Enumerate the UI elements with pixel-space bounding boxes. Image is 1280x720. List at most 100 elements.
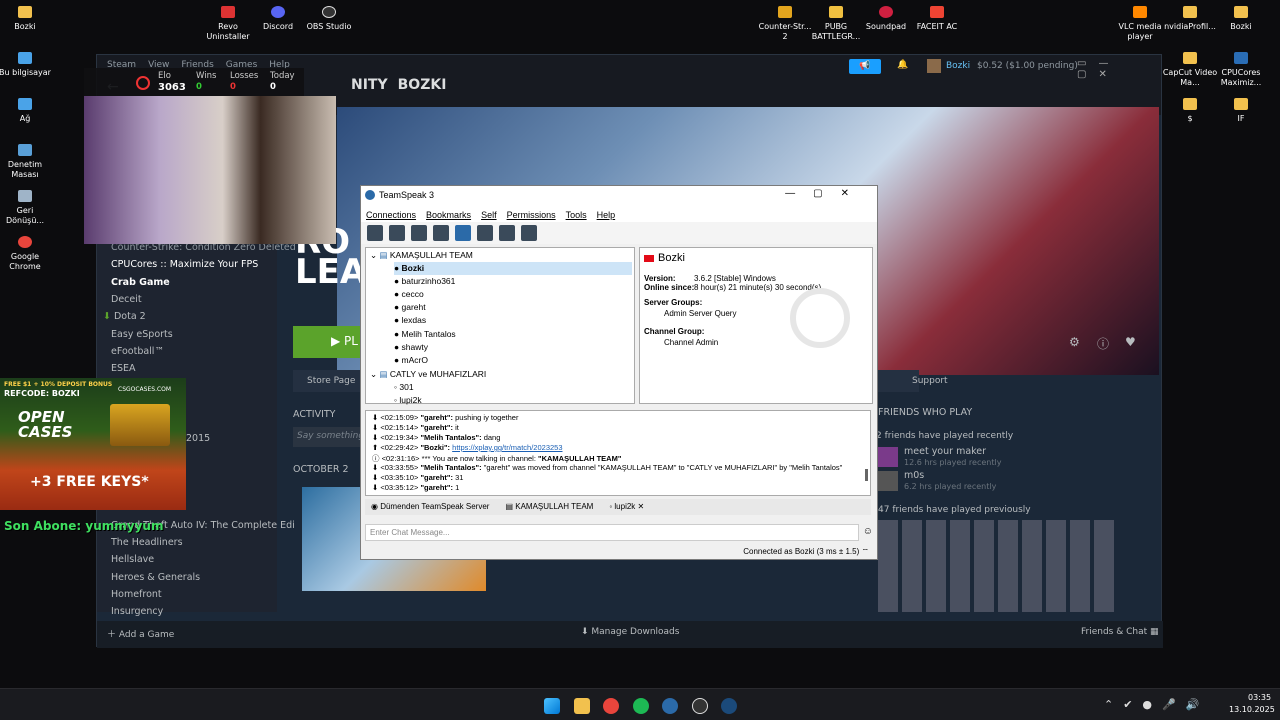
user-row[interactable]: ● shawty — [394, 341, 428, 354]
desktop-icon-cpucores[interactable]: CPUCores Maximiz... — [1213, 52, 1269, 88]
manage-downloads-button[interactable]: ⬇ Manage Downloads — [581, 627, 679, 637]
steam-icon[interactable] — [721, 698, 737, 714]
connect-icon[interactable] — [367, 225, 383, 241]
chat-input[interactable]: Enter Chat Message... — [365, 524, 859, 541]
desktop-icon-chrome[interactable]: Google Chrome — [0, 236, 53, 272]
channel-row[interactable]: ⌄ ▤ KAMAŞULLAH TEAM — [370, 249, 473, 262]
steam-username[interactable]: Bozki — [946, 61, 970, 71]
desktop-icon-this-pc[interactable]: Bu bilgisayar — [0, 52, 53, 78]
desktop-icon-pubg[interactable]: PUBG BATTLEGR... — [808, 6, 864, 42]
contacts-icon[interactable] — [477, 225, 493, 241]
ts-menu-help[interactable]: Help — [597, 210, 616, 222]
info-icon[interactable]: ⓘ — [1097, 335, 1109, 352]
user-row[interactable]: ◦ 301 — [394, 381, 414, 394]
library-item[interactable]: ESEA — [111, 363, 136, 374]
desktop-icon-faceit[interactable]: FACEIT AC — [909, 6, 965, 32]
support-link[interactable]: Support — [912, 376, 948, 386]
clock-time[interactable]: 03:35 — [1248, 693, 1271, 702]
ts-menu-bookmarks[interactable]: Bookmarks — [426, 210, 471, 222]
chrome-icon[interactable] — [603, 698, 619, 714]
away-icon[interactable] — [455, 225, 471, 241]
library-item[interactable]: Homefront — [111, 589, 162, 600]
play-button[interactable]: ▶ PL — [293, 326, 363, 358]
ts-window-controls[interactable]: —▢✕ — [785, 188, 867, 199]
user-row[interactable]: ● Melih Tantalos — [394, 328, 456, 341]
channel-row[interactable]: ⌄ ▤ CATLY ve MUHAFIZLARI — [370, 368, 486, 381]
broadcast-button[interactable]: 📢 — [849, 59, 881, 74]
permissions-icon[interactable] — [499, 225, 515, 241]
library-item[interactable]: 2015 — [186, 433, 210, 444]
desktop-icon-revo[interactable]: Revo Uninstaller — [200, 6, 256, 42]
tab-private[interactable]: ◦ lupi2k ✕ — [609, 502, 644, 512]
file-explorer-icon[interactable] — [574, 698, 590, 714]
desktop-icon-network[interactable]: Ağ — [0, 98, 53, 124]
ts-menu-connections[interactable]: Connections — [366, 210, 416, 222]
desktop-icon-recycle-bin[interactable]: Geri Dönüşü... — [0, 190, 53, 226]
library-item[interactable]: Heroes & Generals — [111, 572, 200, 583]
desktop-icon-if[interactable]: IF — [1213, 98, 1269, 124]
nav-community[interactable]: NITY — [351, 77, 388, 93]
ts-menu-self[interactable]: Self — [481, 210, 497, 222]
tab-channel[interactable]: ▤ KAMAŞULLAH TEAM — [505, 502, 593, 512]
favorite-heart-icon[interactable]: ♥ — [1125, 335, 1136, 349]
library-item[interactable]: ⬇ Dota 2 — [103, 311, 146, 322]
friend-avatar[interactable] — [878, 447, 898, 467]
user-row[interactable]: ● baturzinho361 — [394, 275, 455, 288]
user-row[interactable]: ● mAcrO — [394, 354, 428, 367]
settings-gear-icon[interactable]: ⚙ — [1069, 335, 1080, 349]
nav-profile[interactable]: BOZKI — [398, 77, 447, 93]
losses-label: Losses — [230, 71, 259, 81]
library-item[interactable]: eFootball™ — [111, 346, 164, 357]
obs-icon[interactable] — [692, 698, 708, 714]
user-row[interactable]: ◦ lupi2k — [394, 394, 422, 407]
window-controls[interactable]: ▭—▢✕ — [1077, 58, 1161, 80]
teamspeak-icon[interactable] — [662, 698, 678, 714]
tab-server[interactable]: ◉ Dümenden TeamSpeak Server — [371, 502, 489, 512]
desktop-icon-nvidia[interactable]: nvidiaProfil... — [1162, 6, 1218, 32]
library-item[interactable]: The Headliners — [111, 537, 183, 548]
friends-chat-button[interactable]: Friends & Chat ▦ — [1081, 627, 1159, 637]
friend-avatar[interactable] — [878, 471, 898, 491]
desktop-icon-cs2[interactable]: Counter-Str... 2 — [757, 6, 813, 42]
desktop-icon-control-panel[interactable]: Denetim Masası — [0, 144, 53, 180]
user-row-selected[interactable]: ● Bozki — [394, 262, 632, 275]
desktop-icon-soundpad[interactable]: Soundpad — [858, 6, 914, 32]
avatar[interactable] — [927, 59, 941, 73]
settings-icon[interactable] — [521, 225, 537, 241]
library-item[interactable]: Crab Game — [111, 277, 170, 288]
library-item[interactable]: Deceit — [111, 294, 142, 305]
ts-menu-permissions[interactable]: Permissions — [507, 210, 556, 222]
clock-date[interactable]: 13.10.2025 — [1229, 705, 1275, 714]
mute-microphone-icon[interactable] — [411, 225, 427, 241]
desktop-icon-discord[interactable]: Discord — [250, 6, 306, 32]
chat-link[interactable]: https://xplay.gg/tr/match/2023253 — [452, 443, 562, 452]
desktop-icon-bozki-2[interactable]: Bozki — [1213, 6, 1269, 32]
disconnect-icon[interactable] — [389, 225, 405, 241]
user-row[interactable]: ● gareht — [394, 301, 426, 314]
library-item[interactable]: Hellslave — [111, 554, 154, 565]
system-tray[interactable]: ⌃✔●🎤🔊 — [1104, 698, 1209, 711]
desktop-icon-dollar[interactable]: $ — [1162, 98, 1218, 124]
emoji-icon[interactable]: ☺ — [863, 526, 873, 537]
desktop-icon-vlc[interactable]: VLC media player — [1112, 6, 1168, 42]
desktop-icon-capcut[interactable]: CapCut Video Ma... — [1162, 52, 1218, 88]
desktop-icon-bozki[interactable]: Bozki — [0, 6, 53, 32]
add-game-button[interactable]: ＋ Add a Game — [107, 627, 174, 640]
store-page-link[interactable]: Store Page — [307, 376, 355, 386]
windows-start-icon[interactable] — [544, 698, 560, 714]
user-row[interactable]: ● cecco — [394, 288, 424, 301]
close-tab-icon[interactable]: ✕ — [638, 502, 645, 511]
friend-name[interactable]: meet your maker — [904, 446, 986, 457]
chat-scrollbar[interactable] — [865, 469, 868, 481]
library-item[interactable]: CPUCores :: Maximize Your FPS — [111, 259, 258, 270]
spotify-icon[interactable] — [633, 698, 649, 714]
notification-bell-icon[interactable]: 🔔 — [897, 60, 908, 70]
library-item[interactable]: Easy eSports — [111, 329, 173, 340]
desktop-icon-obs[interactable]: OBS Studio — [301, 6, 357, 32]
mute-speakers-icon[interactable] — [433, 225, 449, 241]
friend-avatar-grid[interactable] — [878, 520, 1118, 612]
ts-menu-tools[interactable]: Tools — [566, 210, 587, 222]
library-item[interactable]: Insurgency — [111, 606, 163, 617]
friend-name[interactable]: m0s — [904, 470, 924, 481]
user-row[interactable]: ● lexdas — [394, 314, 426, 327]
